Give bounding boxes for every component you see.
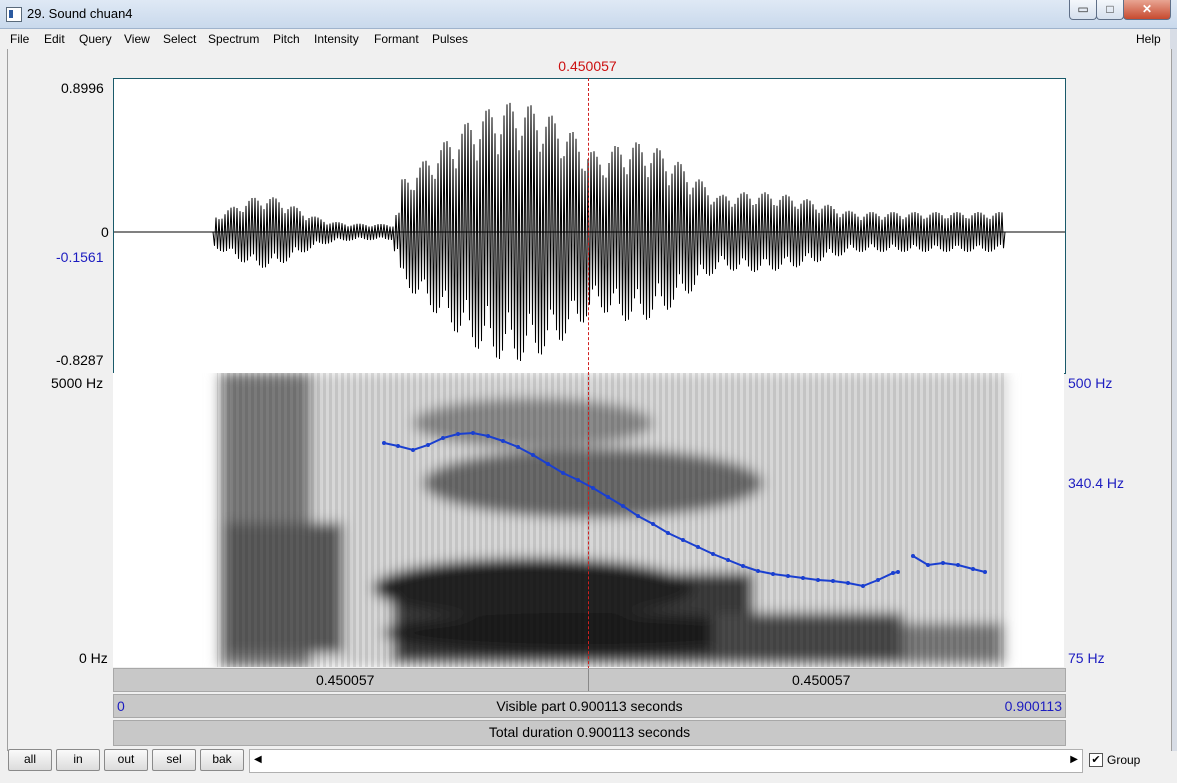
pitch-point [576, 478, 580, 482]
menu-bar: File Edit Query View Select Spectrum Pit… [7, 29, 1170, 49]
pitch-point [726, 558, 730, 562]
menu-query[interactable]: Query [79, 32, 112, 46]
pitch-point [941, 561, 945, 565]
close-button[interactable]: ✕ [1123, 0, 1171, 20]
pitch-point [636, 514, 640, 518]
time-scrollbar[interactable]: ◀ ▶ [249, 749, 1083, 773]
pitch-point [696, 545, 700, 549]
segment-divider [588, 669, 589, 691]
menu-view[interactable]: View [124, 32, 150, 46]
pitch-point [456, 432, 460, 436]
time-segment-bar[interactable]: 0.450057 0.450057 [113, 668, 1066, 692]
pitch-point [486, 434, 490, 438]
pitch-point [441, 436, 445, 440]
pitch-point [861, 584, 865, 588]
pitch-point [876, 578, 880, 582]
zoom-in-button[interactable]: in [56, 749, 100, 771]
spectrogram-striations [217, 373, 1007, 667]
scroll-right-icon[interactable]: ▶ [1070, 754, 1078, 765]
wave-y-cursor: -0.1561 [56, 249, 104, 265]
wave-y-min: -0.8287 [56, 352, 104, 368]
pitch-point [382, 441, 386, 445]
pitch-point [801, 576, 805, 580]
pitch-point [681, 538, 685, 542]
pitch-point [786, 574, 790, 578]
pitch-point [501, 439, 505, 443]
wave-y-zero: 0 [101, 224, 109, 240]
waveform-svg [114, 102, 1065, 362]
pitch-point [561, 471, 565, 475]
waveform-panel[interactable] [113, 78, 1066, 374]
total-duration-label: Total duration 0.900113 seconds [488, 724, 691, 740]
visible-part-bar[interactable]: 0 Visible part 0.900113 seconds 0.900113 [113, 694, 1066, 718]
minimize-button[interactable]: ▭ [1069, 0, 1097, 20]
pitch-point [896, 570, 900, 574]
scroll-left-icon[interactable]: ◀ [254, 754, 262, 765]
menu-intensity[interactable]: Intensity [314, 32, 359, 46]
cursor-time-label: 0.450057 [558, 58, 617, 74]
zoom-sel-button[interactable]: sel [152, 749, 196, 771]
pitch-point [771, 572, 775, 576]
group-checkbox[interactable]: ✔ [1089, 753, 1103, 767]
pitch-point [396, 444, 400, 448]
pitch-top: 500 Hz [1068, 375, 1113, 391]
pitch-point [741, 564, 745, 568]
pitch-point [411, 448, 415, 452]
menu-file[interactable]: File [10, 32, 29, 46]
pitch-point [621, 504, 625, 508]
group-label: Group [1107, 753, 1141, 767]
cursor-line[interactable] [588, 78, 589, 689]
pitch-cursor: 340.4 Hz [1068, 475, 1125, 491]
maximize-button[interactable]: □ [1096, 0, 1124, 20]
menu-select[interactable]: Select [163, 32, 196, 46]
pitch-bottom: 75 Hz [1068, 650, 1105, 666]
app-icon [6, 7, 22, 22]
pitch-point [911, 554, 915, 558]
pitch-point [756, 569, 760, 573]
menu-formant[interactable]: Formant [374, 32, 419, 46]
pitch-point [891, 571, 895, 575]
pitch-point [926, 563, 930, 567]
menu-spectrum[interactable]: Spectrum [208, 32, 259, 46]
pitch-point [846, 581, 850, 585]
pitch-point [816, 578, 820, 582]
pitch-point [711, 552, 715, 556]
visible-end: 0.900113 [1004, 698, 1062, 714]
menu-pulses[interactable]: Pulses [432, 32, 468, 46]
zoom-back-button[interactable]: bak [200, 749, 244, 771]
pitch-point [426, 443, 430, 447]
window-title: 29. Sound chuan4 [27, 6, 133, 21]
pitch-point [591, 486, 595, 490]
pitch-point [666, 531, 670, 535]
title-bar: 29. Sound chuan4 ▭ □ ✕ [0, 0, 1177, 29]
time-right-segment[interactable]: 0.450057 [792, 672, 850, 688]
pitch-point [651, 522, 655, 526]
pitch-point [831, 579, 835, 583]
wave-y-max: 0.8996 [61, 80, 104, 96]
pitch-point [606, 495, 610, 499]
pitch-point [546, 462, 550, 466]
time-left-segment[interactable]: 0.450057 [316, 672, 374, 688]
menu-pitch[interactable]: Pitch [273, 32, 300, 46]
visible-part-label: Visible part 0.900113 seconds [496, 698, 683, 714]
pitch-point [983, 570, 987, 574]
spec-freq-bottom: 0 Hz [79, 650, 108, 666]
pitch-point [971, 567, 975, 571]
menu-edit[interactable]: Edit [44, 32, 65, 46]
spec-freq-top: 5000 Hz [51, 375, 104, 391]
zoom-all-button[interactable]: all [8, 749, 52, 771]
menu-help[interactable]: Help [1136, 32, 1161, 46]
pitch-point [531, 453, 535, 457]
pitch-point [471, 431, 475, 435]
pitch-point [956, 563, 960, 567]
total-duration-bar[interactable]: Total duration 0.900113 seconds [113, 720, 1066, 746]
pitch-point [516, 445, 520, 449]
zoom-out-button[interactable]: out [104, 749, 148, 771]
